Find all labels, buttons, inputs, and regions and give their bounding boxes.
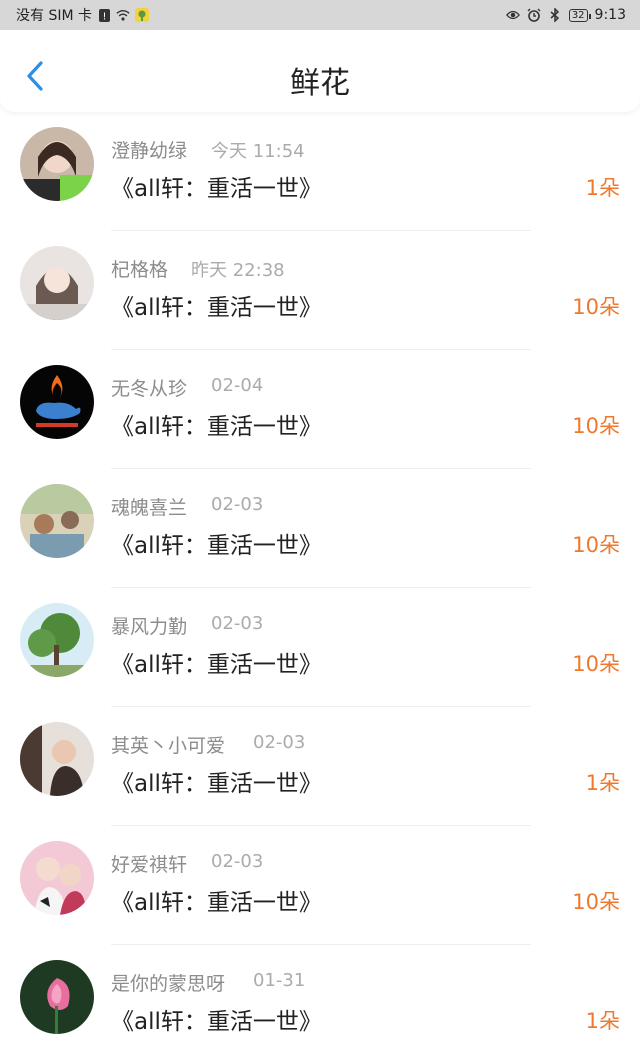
timestamp: 01-31: [253, 970, 306, 991]
flower-count: 1朵: [585, 176, 620, 200]
book-title[interactable]: 《all轩：重活一世》: [111, 1002, 322, 1036]
flower-count: 10朵: [572, 533, 620, 557]
flower-count: 10朵: [572, 414, 620, 438]
flower-count: 10朵: [572, 890, 620, 914]
avatar[interactable]: [20, 960, 94, 1034]
flower-count: 1朵: [585, 771, 620, 795]
list-item[interactable]: 澄静幼绿 今天 11:54 《all轩：重活一世》 1朵: [0, 112, 640, 231]
user-name[interactable]: 好爱祺轩: [111, 850, 187, 877]
list-item[interactable]: 暴风力勤 02-03 《all轩：重活一世》 10朵: [0, 588, 640, 707]
timestamp: 今天 11:54: [211, 141, 305, 162]
avatar[interactable]: [20, 127, 94, 201]
svg-text:!: !: [102, 11, 106, 22]
avatar[interactable]: [20, 603, 94, 677]
avatar[interactable]: [20, 722, 94, 796]
sim-alert-icon: !: [97, 8, 111, 22]
page-header: 鲜花: [0, 30, 640, 112]
flower-count: 10朵: [572, 295, 620, 319]
user-name[interactable]: 暴风力勤: [111, 612, 187, 639]
clock-text: 9:13: [594, 7, 626, 23]
carrier-text: 没有 SIM 卡: [16, 8, 92, 24]
status-left: 没有 SIM 卡 !: [16, 5, 149, 25]
avatar[interactable]: [20, 484, 94, 558]
book-title[interactable]: 《all轩：重活一世》: [111, 764, 322, 798]
list-item[interactable]: 是你的蒙思呀 01-31 《all轩：重活一世》 1朵: [0, 945, 640, 1064]
flower-record-list: 澄静幼绿 今天 11:54 《all轩：重活一世》 1朵 杞格格 昨天 22:3…: [0, 112, 640, 1064]
bluetooth-icon: [548, 8, 562, 22]
battery-indicator: 32: [568, 8, 591, 22]
timestamp: 02-04: [211, 375, 264, 396]
book-title[interactable]: 《all轩：重活一世》: [111, 288, 322, 322]
status-bar: 没有 SIM 卡 ! 32 9:13: [0, 0, 640, 30]
page-title: 鲜花: [290, 66, 350, 101]
user-name[interactable]: 杞格格: [111, 255, 168, 282]
book-title[interactable]: 《all轩：重活一世》: [111, 526, 322, 560]
timestamp: 02-03: [211, 494, 264, 515]
list-item[interactable]: 杞格格 昨天 22:38 《all轩：重活一世》 10朵: [0, 231, 640, 350]
avatar[interactable]: [20, 365, 94, 439]
alarm-icon: [527, 8, 541, 22]
app-notification-icon: [135, 8, 149, 22]
book-title[interactable]: 《all轩：重活一世》: [111, 645, 322, 679]
book-title[interactable]: 《all轩：重活一世》: [111, 169, 322, 203]
wifi-icon: [116, 8, 130, 22]
flower-count: 1朵: [585, 1009, 620, 1033]
list-item[interactable]: 无冬从珍 02-04 《all轩：重活一世》 10朵: [0, 350, 640, 469]
avatar[interactable]: [20, 246, 94, 320]
timestamp: 02-03: [211, 851, 264, 872]
list-item[interactable]: 好爱祺轩 02-03 《all轩：重活一世》 10朵: [0, 826, 640, 945]
user-name[interactable]: 是你的蒙思呀: [111, 969, 225, 996]
timestamp: 昨天 22:38: [191, 260, 285, 281]
book-title[interactable]: 《all轩：重活一世》: [111, 407, 322, 441]
flower-count: 10朵: [572, 652, 620, 676]
timestamp: 02-03: [211, 613, 264, 634]
list-item[interactable]: 魂魄喜兰 02-03 《all轩：重活一世》 10朵: [0, 469, 640, 588]
user-name[interactable]: 澄静幼绿: [111, 136, 187, 163]
user-name[interactable]: 其英丶小可爱: [111, 731, 225, 758]
user-name[interactable]: 无冬从珍: [111, 374, 187, 401]
eye-icon: [505, 8, 520, 22]
timestamp: 02-03: [253, 732, 306, 753]
avatar[interactable]: [20, 841, 94, 915]
status-right: 32 9:13: [505, 7, 626, 23]
list-item[interactable]: 其英丶小可爱 02-03 《all轩：重活一世》 1朵: [0, 707, 640, 826]
book-title[interactable]: 《all轩：重活一世》: [111, 883, 322, 917]
user-name[interactable]: 魂魄喜兰: [111, 493, 187, 520]
